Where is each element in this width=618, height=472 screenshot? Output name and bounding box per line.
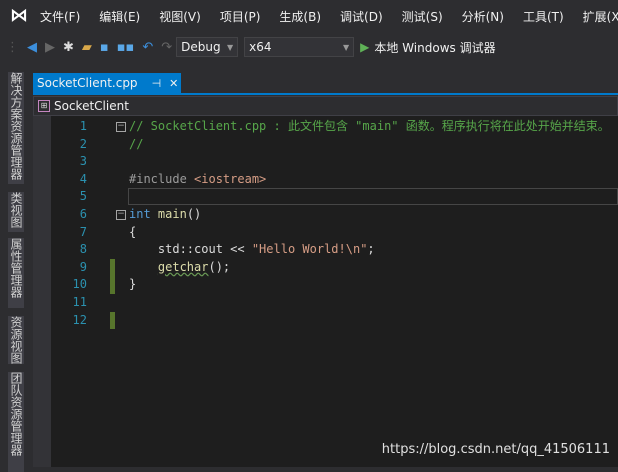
navigation-bar[interactable]: ⊞ SocketClient	[33, 96, 618, 116]
line-number: 9	[79, 259, 87, 274]
code-line: getchar();	[157, 259, 231, 274]
side-tab[interactable]: 团队资源管理器	[8, 372, 24, 472]
change-marker	[110, 258, 115, 294]
tab-socketclient-cpp[interactable]: SocketClient.cpp ⊣ ✕	[33, 73, 181, 93]
toolbar: ⋮ ◀ ▶ ✱ ▰ ▪ ▪▪ ↶ ↷ Debug ▼ x64 ▼ ▶ 本地 Windo…	[0, 34, 618, 60]
line-number: 3	[79, 154, 87, 169]
side-tab[interactable]: 解决方案资源管理器	[8, 72, 24, 184]
line-number: 6	[79, 207, 87, 221]
back-icon[interactable]: ◀	[27, 40, 37, 55]
collapse-icon[interactable]: −	[116, 210, 126, 220]
line-number: 7	[79, 224, 87, 239]
project-icon: ⊞	[38, 100, 50, 112]
current-line-highlight	[128, 188, 618, 206]
menu-item[interactable]: 分析(N)	[462, 8, 504, 25]
code-line: #include <iostream>	[129, 171, 267, 186]
menu-item[interactable]: 文件(F)	[40, 8, 80, 25]
tab-label: SocketClient.cpp	[37, 76, 138, 90]
line-number: 5	[79, 189, 87, 204]
scope-label: SocketClient	[54, 99, 129, 113]
code-line: {	[129, 224, 137, 239]
code-line: std::cout << "Hello World!\n";	[129, 242, 375, 257]
side-tab[interactable]: 类视图	[8, 192, 24, 232]
menu-item[interactable]: 编辑(E)	[99, 8, 140, 25]
code-editor[interactable]: 1 // SocketClient.cpp : 此文件包含 "main" 函数。程…	[33, 116, 618, 467]
chevron-down-icon: ▼	[227, 42, 234, 52]
save-icon[interactable]: ▪	[100, 40, 109, 55]
code-line: //	[129, 136, 144, 151]
grip-icon: ⋮	[6, 39, 19, 55]
save-all-icon[interactable]: ▪▪	[117, 40, 135, 55]
play-icon: ▶	[360, 40, 370, 54]
config-select[interactable]: Debug ▼	[176, 37, 239, 57]
redo-icon[interactable]: ↷	[161, 40, 172, 55]
pin-icon[interactable]: ⊣	[152, 77, 162, 90]
menu-item[interactable]: 视图(V)	[159, 8, 201, 25]
code-line: int main()	[129, 207, 202, 221]
run-debugger-button[interactable]: ▶ 本地 Windows 调试器	[360, 39, 495, 56]
line-number: 8	[79, 242, 87, 257]
editor-left-margin	[33, 116, 51, 467]
chevron-down-icon: ▼	[343, 42, 350, 52]
collapse-icon[interactable]: −	[116, 122, 126, 132]
line-number: 1	[79, 119, 87, 133]
tab-underline	[33, 93, 618, 95]
change-marker	[110, 311, 115, 329]
menu-item[interactable]: 调试(D)	[340, 8, 383, 25]
menu-item[interactable]: 工具(T)	[523, 8, 564, 25]
menu-item[interactable]: 扩展(X)	[583, 8, 618, 25]
side-tool-tabs: 解决方案资源管理器类视图属性管理器资源视图团队资源管理器	[0, 66, 33, 472]
side-tab[interactable]: 属性管理器	[8, 238, 24, 308]
line-number: 10	[72, 277, 87, 292]
menu-bar: ⋈ 文件(F) 编辑(E) 视图(V) 项目(P) 生成(B) 调试(D) 测试(S) 分析(…	[0, 0, 618, 32]
line-number: 12	[72, 312, 87, 327]
code-line: // SocketClient.cpp : 此文件包含 "main" 函数。程序…	[129, 119, 610, 133]
run-label: 本地 Windows 调试器	[374, 40, 496, 55]
document-tabs: SocketClient.cpp ⊣ ✕	[33, 73, 618, 93]
platform-value: x64	[249, 40, 272, 54]
menu-item[interactable]: 项目(P)	[220, 8, 261, 25]
close-icon[interactable]: ✕	[169, 77, 178, 90]
menu-item[interactable]: 生成(B)	[279, 8, 321, 25]
open-icon[interactable]: ▰	[82, 40, 92, 55]
forward-icon[interactable]: ▶	[45, 40, 55, 55]
platform-select[interactable]: x64 ▼	[244, 37, 355, 57]
visual-studio-logo-icon[interactable]: ⋈	[10, 6, 28, 26]
line-number: 11	[72, 295, 87, 309]
new-item-icon[interactable]: ✱	[63, 40, 74, 55]
menu-item[interactable]: 测试(S)	[402, 8, 443, 25]
watermark: https://blog.csdn.net/qq_41506111	[381, 442, 610, 457]
line-number: 4	[79, 171, 87, 186]
line-number: 2	[79, 136, 87, 151]
side-tab[interactable]: 资源视图	[8, 316, 24, 364]
config-value: Debug	[181, 40, 221, 54]
undo-icon[interactable]: ↶	[142, 40, 153, 55]
code-line: }	[129, 277, 137, 292]
